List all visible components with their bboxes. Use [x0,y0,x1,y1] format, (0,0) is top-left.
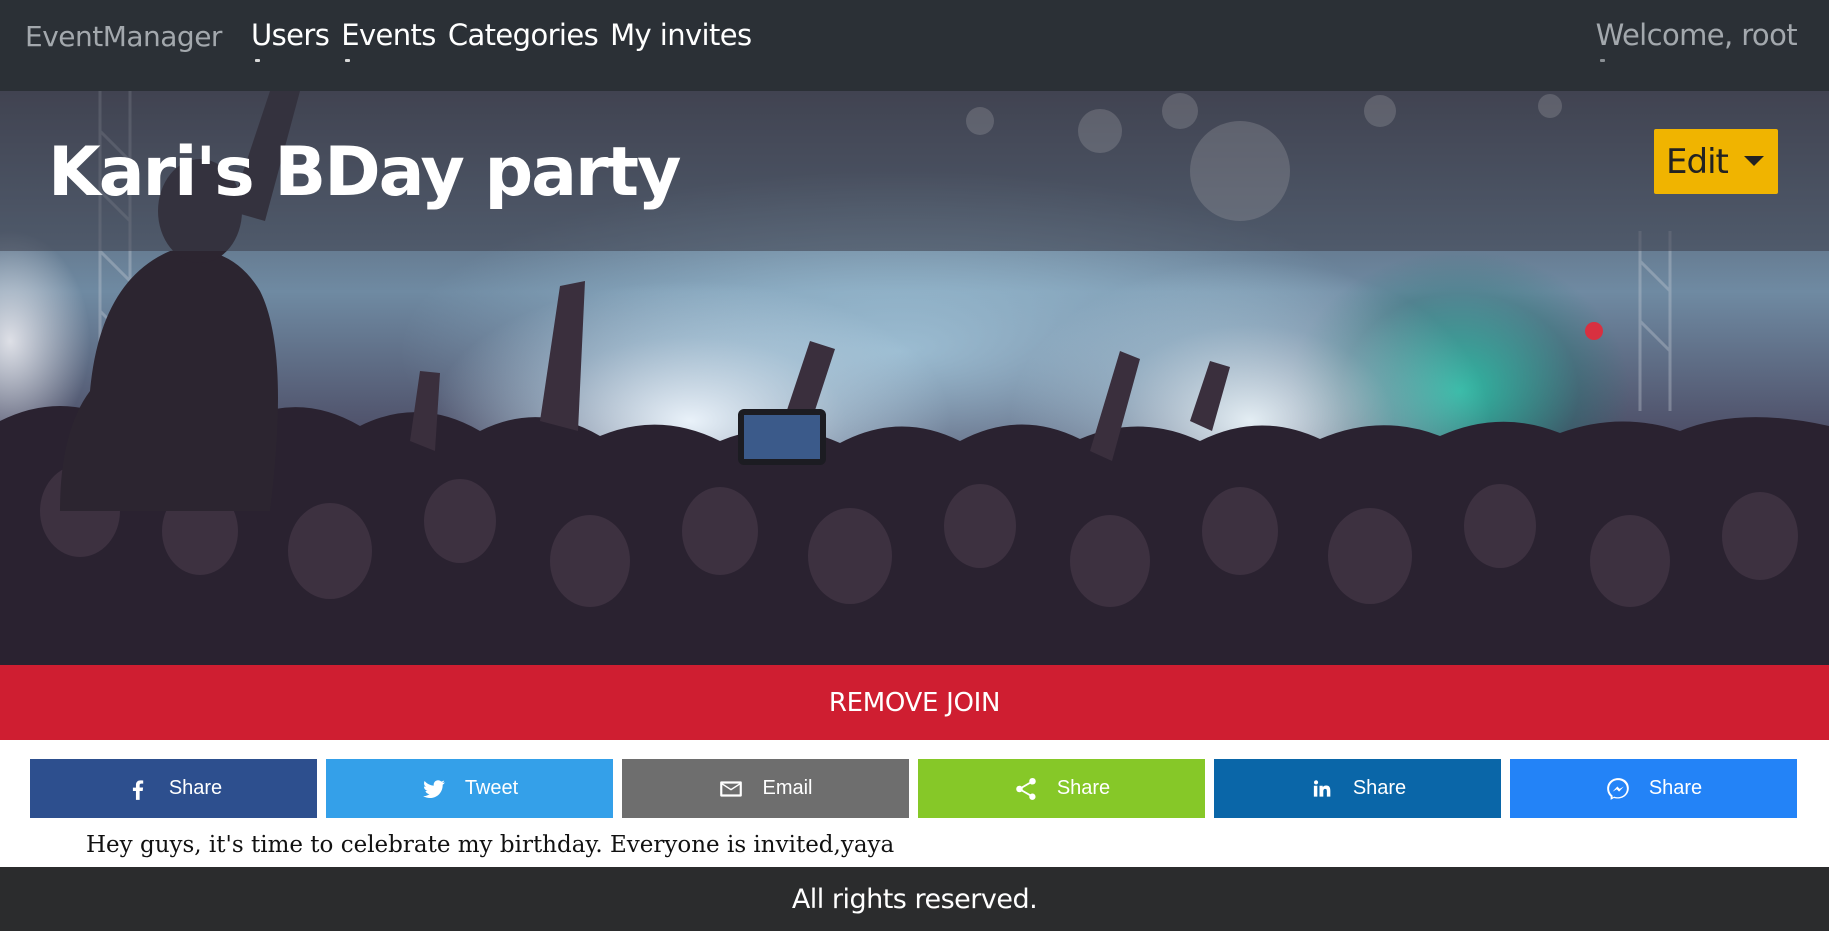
footer: All rights reserved. [0,867,1829,931]
facebook-icon [125,776,151,802]
share-label: Share [1352,777,1407,799]
footer-text: All rights reserved. [791,883,1038,915]
messenger-share-button[interactable]: Share [1510,759,1797,818]
top-navbar: EventManager Users Events Categories My … [0,0,1829,91]
share-label: Share [1056,777,1111,799]
nav-menu: Users Events Categories My invites [251,18,752,62]
event-hero-banner: Kari's BDay party Edit [0,91,1829,665]
user-menu[interactable]: Welcome, root [1595,18,1798,62]
remove-join-button[interactable]: REMOVE JOIN [0,665,1829,740]
share-label: Share [1648,777,1703,799]
edit-button-label: Edit [1666,141,1729,182]
share-label: Share [168,777,223,799]
facebook-share-button[interactable]: Share [30,759,317,818]
caret-down-icon [1744,156,1764,166]
event-title: Kari's BDay party [48,133,681,212]
linkedin-icon [1309,776,1335,802]
share-label: Tweet [464,777,519,799]
twitter-share-button[interactable]: Tweet [326,759,613,818]
linkedin-share-button[interactable]: Share [1214,759,1501,818]
email-share-button[interactable]: Email [622,759,909,818]
share-buttons-row: Share Tweet Email Share Share Share [30,759,1798,818]
nav-item-events[interactable]: Events [341,18,436,62]
nav-item-label: Users [251,18,330,52]
dropdown-caret-icon [1599,59,1605,62]
welcome-text: Welcome, root [1595,18,1798,52]
email-icon [718,776,744,802]
nav-item-label: My invites [610,18,752,52]
twitter-icon [421,776,447,802]
messenger-icon [1605,776,1631,802]
brand-link[interactable]: EventManager [25,20,222,53]
dropdown-caret-icon [255,59,260,62]
nav-item-my-invites[interactable]: My invites [610,18,752,52]
nav-item-label: Events [341,18,436,52]
share-label: Email [762,777,813,799]
edit-dropdown-button[interactable]: Edit [1654,129,1778,194]
nav-item-users[interactable]: Users [251,18,330,62]
nav-item-categories[interactable]: Categories [447,18,599,52]
generic-share-button[interactable]: Share [918,759,1205,818]
share-icon [1013,776,1039,802]
event-description: Hey guys, it's time to celebrate my birt… [86,832,895,858]
nav-item-label: Categories [447,18,599,52]
dropdown-caret-icon [345,59,351,62]
remove-join-label: REMOVE JOIN [828,687,1001,718]
